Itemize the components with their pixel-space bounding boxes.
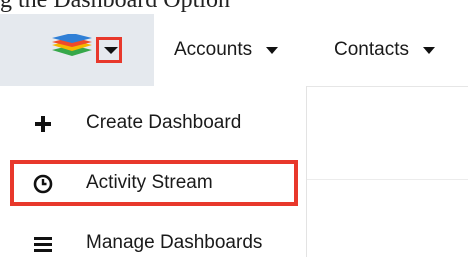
content-divider xyxy=(306,179,468,180)
menu-item-label: Manage Dashboards xyxy=(86,232,263,253)
logo-area[interactable] xyxy=(0,14,154,86)
list-icon xyxy=(34,237,52,252)
plus-icon xyxy=(35,116,51,132)
menu-item-create-dashboard[interactable]: Create Dashboard xyxy=(0,98,306,148)
caret-down-icon xyxy=(104,47,118,54)
caret-down-icon[interactable] xyxy=(422,46,435,54)
menu-item-label: Create Dashboard xyxy=(86,112,242,133)
nav-item-contacts[interactable]: Contacts xyxy=(334,14,435,86)
top-navbar: Accounts Contacts xyxy=(0,14,468,87)
nav-item-label: Contacts xyxy=(334,39,409,60)
dashboard-dropdown-menu: Create Dashboard Activity Stream Manage … xyxy=(0,86,307,257)
nav-item-accounts[interactable]: Accounts xyxy=(174,14,279,86)
caret-down-icon[interactable] xyxy=(266,46,279,54)
menu-item-label: Activity Stream xyxy=(86,172,213,193)
menu-item-activity-stream[interactable]: Activity Stream xyxy=(0,158,306,208)
nav-item-label: Accounts xyxy=(174,39,253,60)
caption-text: g the Dashboard Option xyxy=(0,0,230,13)
stacked-layers-logo-icon xyxy=(52,34,92,56)
clock-icon xyxy=(33,174,53,194)
menu-item-manage-dashboards[interactable]: Manage Dashboards xyxy=(0,218,306,268)
dashboard-menu-toggle-button[interactable] xyxy=(96,37,122,63)
